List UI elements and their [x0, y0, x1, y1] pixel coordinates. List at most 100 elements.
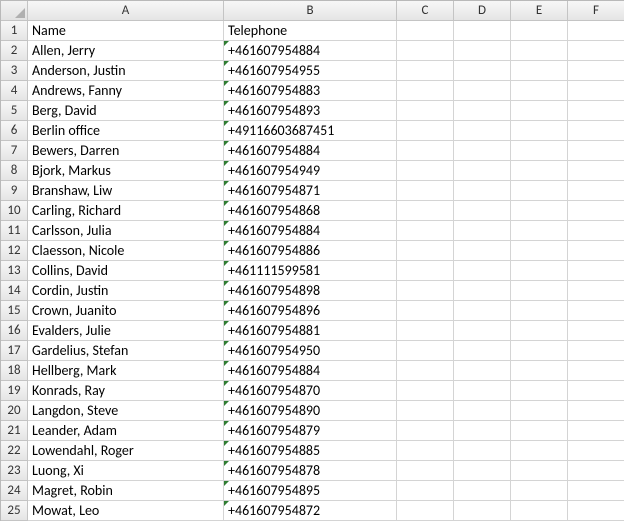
cell-c10[interactable]: [397, 201, 454, 221]
cell-e5[interactable]: [511, 101, 568, 121]
cell-c3[interactable]: [397, 61, 454, 81]
row-header-17[interactable]: 17: [1, 341, 28, 361]
cell-c25[interactable]: [397, 501, 454, 521]
cell-b20[interactable]: +461607954890: [224, 401, 397, 421]
cell-d16[interactable]: [454, 321, 511, 341]
cell-b11[interactable]: +461607954884: [224, 221, 397, 241]
cell-f13[interactable]: [568, 261, 624, 281]
cell-f20[interactable]: [568, 401, 624, 421]
cell-b21[interactable]: +461607954879: [224, 421, 397, 441]
cell-c6[interactable]: [397, 121, 454, 141]
cell-a19[interactable]: Konrads, Ray: [28, 381, 224, 401]
cell-a9[interactable]: Branshaw, Liw: [28, 181, 224, 201]
cell-f3[interactable]: [568, 61, 624, 81]
cell-f25[interactable]: [568, 501, 624, 521]
cell-b12[interactable]: +461607954886: [224, 241, 397, 261]
cell-c18[interactable]: [397, 361, 454, 381]
cell-c14[interactable]: [397, 281, 454, 301]
cell-b14[interactable]: +461607954898: [224, 281, 397, 301]
cell-c16[interactable]: [397, 321, 454, 341]
cell-b4[interactable]: +461607954883: [224, 81, 397, 101]
cell-e23[interactable]: [511, 461, 568, 481]
cell-d21[interactable]: [454, 421, 511, 441]
cell-a15[interactable]: Crown, Juanito: [28, 301, 224, 321]
cell-a12[interactable]: Claesson, Nicole: [28, 241, 224, 261]
cell-d2[interactable]: [454, 41, 511, 61]
cell-e10[interactable]: [511, 201, 568, 221]
cell-e1[interactable]: [511, 21, 568, 41]
cell-a6[interactable]: Berlin office: [28, 121, 224, 141]
row-header-2[interactable]: 2: [1, 41, 28, 61]
cell-d9[interactable]: [454, 181, 511, 201]
cell-c5[interactable]: [397, 101, 454, 121]
cell-d19[interactable]: [454, 381, 511, 401]
cell-e9[interactable]: [511, 181, 568, 201]
cell-d14[interactable]: [454, 281, 511, 301]
cell-c13[interactable]: [397, 261, 454, 281]
column-header-c[interactable]: C: [397, 1, 454, 21]
column-header-e[interactable]: E: [511, 1, 568, 21]
select-all-corner[interactable]: [1, 1, 28, 21]
spreadsheet-grid[interactable]: ABCDEF1NameTelephone2Allen, Jerry+461607…: [0, 0, 624, 521]
cell-a14[interactable]: Cordin, Justin: [28, 281, 224, 301]
cell-a4[interactable]: Andrews, Fanny: [28, 81, 224, 101]
cell-c9[interactable]: [397, 181, 454, 201]
cell-c11[interactable]: [397, 221, 454, 241]
cell-b23[interactable]: +461607954878: [224, 461, 397, 481]
cell-a20[interactable]: Langdon, Steve: [28, 401, 224, 421]
cell-e21[interactable]: [511, 421, 568, 441]
cell-d25[interactable]: [454, 501, 511, 521]
cell-a7[interactable]: Bewers, Darren: [28, 141, 224, 161]
cell-e4[interactable]: [511, 81, 568, 101]
row-header-16[interactable]: 16: [1, 321, 28, 341]
cell-a1[interactable]: Name: [28, 21, 224, 41]
cell-f17[interactable]: [568, 341, 624, 361]
cell-c2[interactable]: [397, 41, 454, 61]
cell-f1[interactable]: [568, 21, 624, 41]
cell-a21[interactable]: Leander, Adam: [28, 421, 224, 441]
cell-b2[interactable]: +461607954884: [224, 41, 397, 61]
cell-c17[interactable]: [397, 341, 454, 361]
cell-f21[interactable]: [568, 421, 624, 441]
cell-a22[interactable]: Lowendahl, Roger: [28, 441, 224, 461]
row-header-24[interactable]: 24: [1, 481, 28, 501]
cell-f22[interactable]: [568, 441, 624, 461]
cell-b7[interactable]: +461607954884: [224, 141, 397, 161]
cell-a11[interactable]: Carlsson, Julia: [28, 221, 224, 241]
cell-c1[interactable]: [397, 21, 454, 41]
row-header-6[interactable]: 6: [1, 121, 28, 141]
cell-e22[interactable]: [511, 441, 568, 461]
row-header-14[interactable]: 14: [1, 281, 28, 301]
cell-e15[interactable]: [511, 301, 568, 321]
cell-b15[interactable]: +461607954896: [224, 301, 397, 321]
column-header-d[interactable]: D: [454, 1, 511, 21]
cell-b10[interactable]: +461607954868: [224, 201, 397, 221]
cell-e14[interactable]: [511, 281, 568, 301]
cell-e24[interactable]: [511, 481, 568, 501]
cell-e8[interactable]: [511, 161, 568, 181]
row-header-8[interactable]: 8: [1, 161, 28, 181]
cell-d12[interactable]: [454, 241, 511, 261]
column-header-a[interactable]: A: [28, 1, 224, 21]
row-header-22[interactable]: 22: [1, 441, 28, 461]
cell-d3[interactable]: [454, 61, 511, 81]
cell-a25[interactable]: Mowat, Leo: [28, 501, 224, 521]
row-header-15[interactable]: 15: [1, 301, 28, 321]
cell-d11[interactable]: [454, 221, 511, 241]
cell-c12[interactable]: [397, 241, 454, 261]
cell-b16[interactable]: +461607954881: [224, 321, 397, 341]
cell-a16[interactable]: Evalders, Julie: [28, 321, 224, 341]
row-header-13[interactable]: 13: [1, 261, 28, 281]
cell-e16[interactable]: [511, 321, 568, 341]
cell-e11[interactable]: [511, 221, 568, 241]
cell-d13[interactable]: [454, 261, 511, 281]
cell-a2[interactable]: Allen, Jerry: [28, 41, 224, 61]
cell-d17[interactable]: [454, 341, 511, 361]
row-header-4[interactable]: 4: [1, 81, 28, 101]
row-header-10[interactable]: 10: [1, 201, 28, 221]
row-header-19[interactable]: 19: [1, 381, 28, 401]
cell-c20[interactable]: [397, 401, 454, 421]
cell-f8[interactable]: [568, 161, 624, 181]
cell-f5[interactable]: [568, 101, 624, 121]
cell-b24[interactable]: +461607954895: [224, 481, 397, 501]
